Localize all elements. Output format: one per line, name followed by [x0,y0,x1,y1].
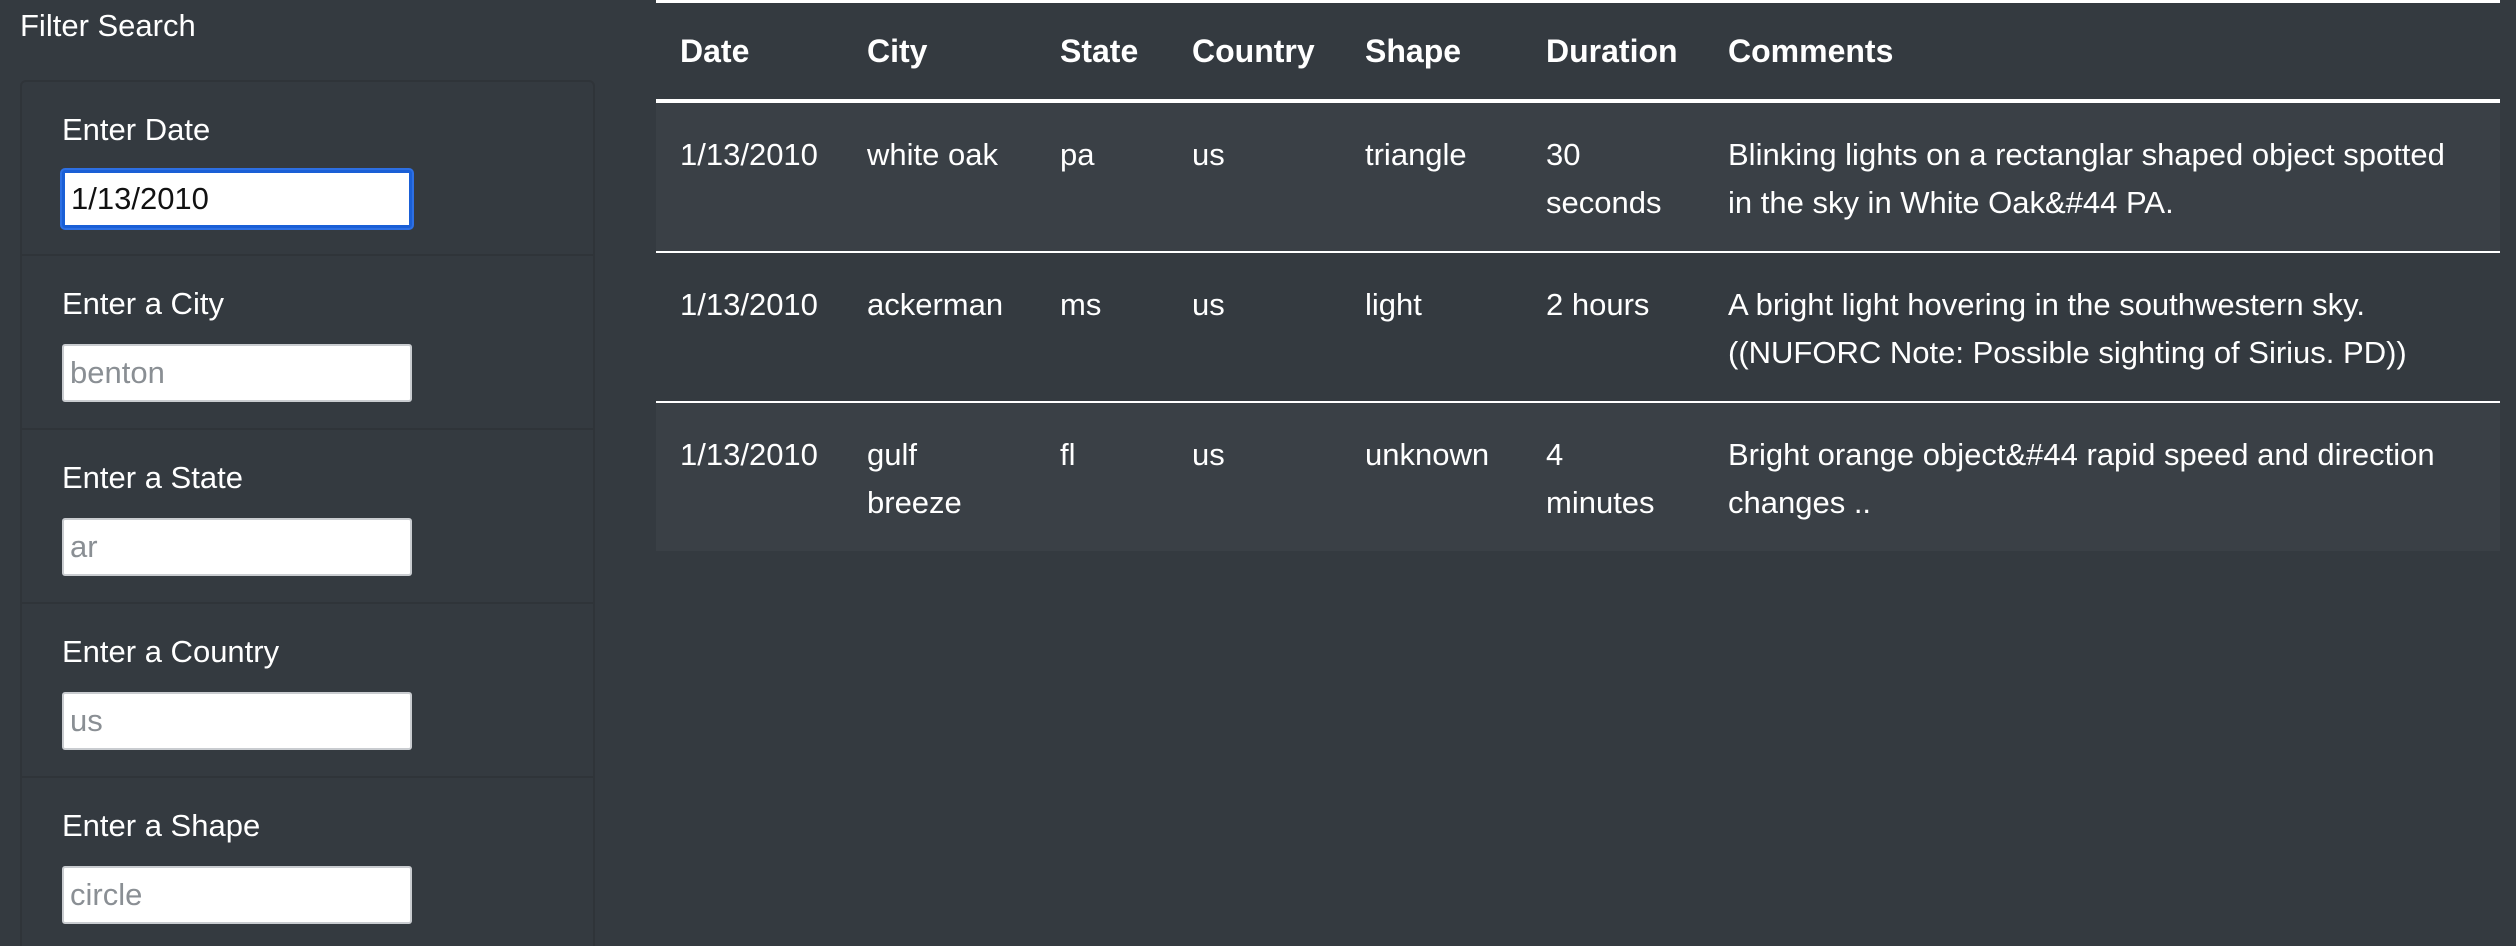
table-header-row: Date City State Country Shape Duration C… [656,3,2500,103]
state-filter-input[interactable] [62,518,412,576]
cell-city: gulf breeze [867,437,962,520]
column-header-shape: Shape [1341,3,1522,103]
cell-date: 1/13/2010 [680,287,818,322]
country-filter-label: Enter a Country [62,634,280,669]
cell-comments: Bright orange object&#44 rapid speed and… [1728,437,2435,520]
table-row: 1/13/2010 ackerman ms us light 2 hours A… [656,252,2500,402]
country-filter-input[interactable] [62,692,412,750]
results-table-container: Date City State Country Shape Duration C… [656,0,2500,551]
cell-state: fl [1060,437,1076,472]
cell-date: 1/13/2010 [680,437,818,472]
filter-item-country: Enter a Country [22,604,593,778]
table-body: 1/13/2010 white oak pa us triangle 30 se… [656,101,2500,551]
date-filter-input[interactable] [62,170,412,228]
date-filter-label: Enter Date [62,112,211,147]
filter-search-title: Filter Search [20,8,196,43]
cell-comments: Blinking lights on a rectanglar shaped o… [1728,137,2445,220]
table-row: 1/13/2010 white oak pa us triangle 30 se… [656,101,2500,252]
page: Filter Search Enter Date Enter a City En… [0,0,2516,946]
cell-shape: triangle [1365,137,1467,172]
table-row: 1/13/2010 gulf breeze fl us unknown 4 mi… [656,402,2500,551]
cell-duration: 2 hours [1546,287,1650,322]
filter-item-date: Enter Date [22,82,593,256]
cell-duration: 30 seconds [1546,137,1662,220]
filter-item-state: Enter a State [22,430,593,604]
cell-state: pa [1060,137,1095,172]
filter-sidebar: Filter Search Enter Date Enter a City En… [0,0,620,946]
column-header-comments: Comments [1704,3,2500,103]
cell-state: ms [1060,287,1102,322]
filter-item-city: Enter a City [22,256,593,430]
shape-filter-label: Enter a Shape [62,808,261,843]
cell-date: 1/13/2010 [680,137,818,172]
cell-country: us [1192,287,1225,322]
filter-list: Enter Date Enter a City Enter a State En… [20,80,595,946]
ufo-results-table: Date City State Country Shape Duration C… [656,3,2500,551]
column-header-duration: Duration [1522,3,1704,103]
column-header-date: Date [656,3,843,103]
filter-item-shape: Enter a Shape [22,778,593,946]
cell-duration: 4 minutes [1546,437,1655,520]
cell-city: ackerman [867,287,1004,322]
table-header: Date City State Country Shape Duration C… [656,3,2500,103]
column-header-state: State [1036,3,1168,103]
cell-comments: A bright light hovering in the southwest… [1728,287,2407,370]
city-filter-label: Enter a City [62,286,224,321]
cell-shape: unknown [1365,437,1490,472]
city-filter-input[interactable] [62,344,412,402]
cell-shape: light [1365,287,1422,322]
column-header-country: Country [1168,3,1341,103]
state-filter-label: Enter a State [62,460,243,495]
cell-city: white oak [867,137,998,172]
column-header-city: City [843,3,1036,103]
cell-country: us [1192,437,1225,472]
shape-filter-input[interactable] [62,866,412,924]
cell-country: us [1192,137,1225,172]
